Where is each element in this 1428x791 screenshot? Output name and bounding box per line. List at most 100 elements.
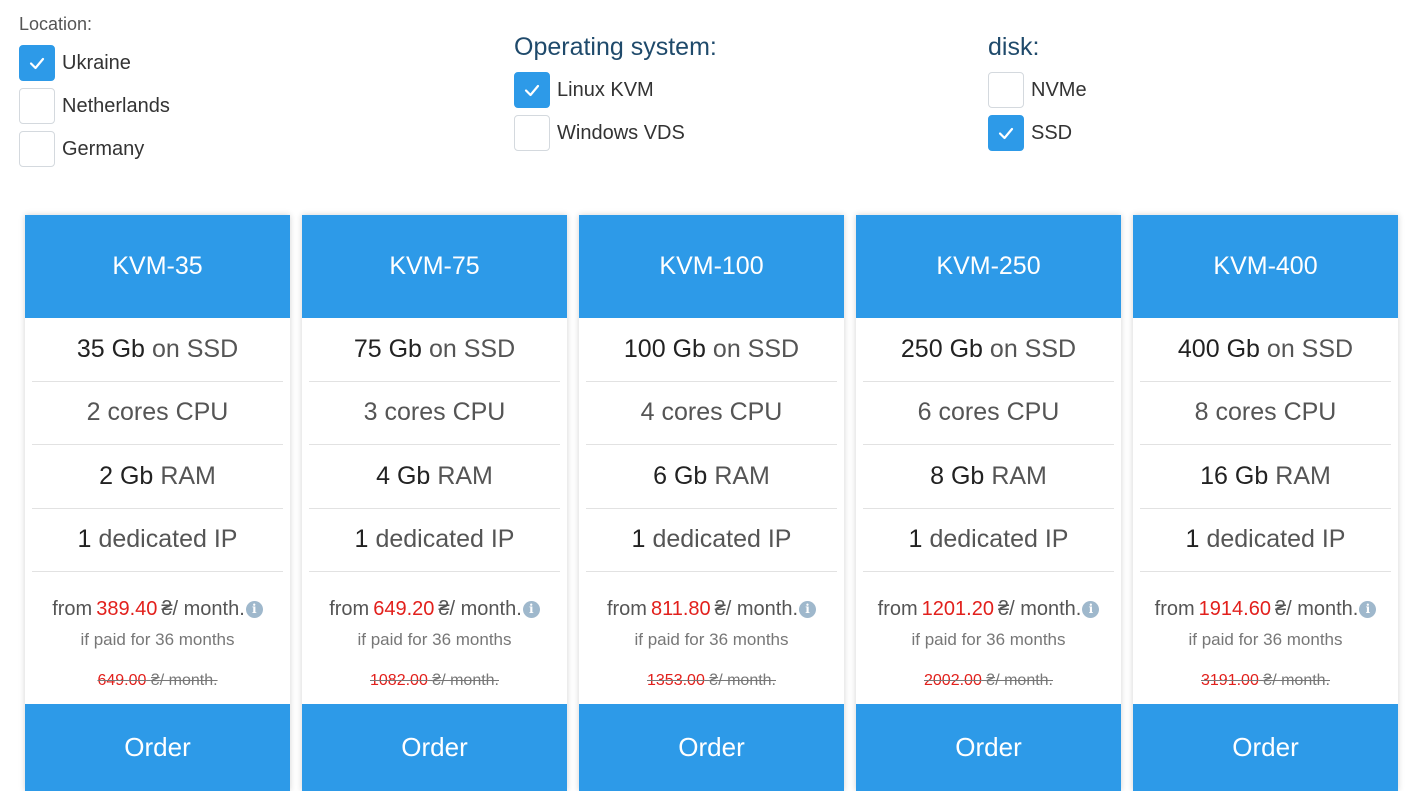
spec-ram: 8 Gb RAM: [863, 445, 1114, 509]
location-filter: Location: Ukraine Netherlands Germany: [19, 14, 170, 174]
plan-name: KVM-250: [856, 215, 1121, 318]
ip-value: 1: [631, 525, 646, 554]
price-block: from 389.40 ₴/ month. i if paid for 36 m…: [25, 572, 290, 690]
checkbox-label: SSD: [1031, 121, 1073, 144]
checkbox-windows-vds[interactable]: [514, 115, 550, 151]
old-price-amount: 2002.00: [924, 672, 982, 689]
location-option-germany[interactable]: Germany: [19, 131, 170, 167]
plan-card-kvm-400: KVM-400 400 Gb on SSD 8 cores CPU 16 Gb RA…: [1133, 215, 1398, 791]
cpu-value: 2 cores CPU: [86, 398, 229, 427]
order-button[interactable]: Order: [856, 704, 1121, 791]
price-amount: 649.20: [373, 598, 435, 620]
ip-unit: dedicated IP: [98, 525, 238, 554]
ram-value: 6 Gb: [653, 461, 708, 490]
price-line: from 389.40 ₴/ month. i: [25, 598, 290, 621]
checkmark-icon: [998, 127, 1014, 140]
info-icon[interactable]: i: [522, 601, 540, 618]
disk-option-ssd[interactable]: SSD: [988, 115, 1087, 151]
spec-ip: 1 dedicated IP: [863, 509, 1114, 572]
checkbox-linux-kvm[interactable]: [514, 72, 550, 108]
order-button[interactable]: Order: [579, 704, 844, 791]
price-amount: 1914.60: [1198, 598, 1271, 620]
disk-unit: on SSD: [151, 334, 239, 363]
price-block: from 811.80 ₴/ month. i if paid for 36 m…: [579, 572, 844, 690]
paid-note: if paid for 36 months: [1188, 630, 1343, 649]
price-amount: 1201.20: [921, 598, 994, 620]
info-icon[interactable]: i: [1082, 601, 1100, 618]
disk-value: 250 Gb: [900, 334, 983, 363]
checkbox-germany[interactable]: [19, 131, 55, 167]
disk-filter: disk: NVMe SSD: [988, 33, 1087, 158]
paid-note: if paid for 36 months: [80, 630, 235, 649]
order-button[interactable]: Order: [302, 704, 567, 791]
price-line: from 649.20 ₴/ month. i: [302, 598, 567, 621]
ip-value: 1: [908, 525, 923, 554]
order-button[interactable]: Order: [25, 704, 290, 791]
old-price-suffix: ₴/ month.: [709, 672, 776, 689]
info-icon[interactable]: i: [1359, 601, 1377, 618]
old-price-amount: 1082.00: [370, 672, 428, 689]
cpu-value: 8 cores CPU: [1194, 398, 1337, 427]
price-suffix: ₴/ month.: [1274, 598, 1359, 620]
ram-unit: RAM: [714, 461, 770, 490]
paid-note: if paid for 36 months: [911, 630, 1066, 649]
plan-name: KVM-100: [579, 215, 844, 318]
disk-unit: on SSD: [989, 334, 1077, 363]
spec-ram: 6 Gb RAM: [586, 445, 837, 509]
plan-card-kvm-75: KVM-75 75 Gb on SSD 3 cores CPU 4 Gb RAM 1…: [302, 215, 567, 791]
spec-ip: 1 dedicated IP: [1140, 509, 1391, 572]
old-price-suffix: ₴/ month.: [432, 672, 499, 689]
spec-cpu: 8 cores CPU: [1140, 382, 1391, 445]
disk-value: 400 Gb: [1177, 334, 1260, 363]
old-price: 2002.00 ₴/ month.: [856, 672, 1121, 690]
checkbox-ssd[interactable]: [988, 115, 1024, 151]
checkbox-ukraine[interactable]: [19, 45, 55, 81]
disk-unit: on SSD: [1266, 334, 1354, 363]
spec-ip: 1 dedicated IP: [32, 509, 283, 572]
plan-name: KVM-400: [1133, 215, 1398, 318]
price-suffix: ₴/ month.: [438, 598, 522, 620]
plan-name: KVM-35: [25, 215, 290, 318]
spec-cpu: 4 cores CPU: [586, 382, 837, 445]
cpu-value: 6 cores CPU: [917, 398, 1060, 427]
checkbox-nvme[interactable]: [988, 72, 1024, 108]
old-price-suffix: ₴/ month.: [150, 672, 218, 689]
price-prefix: from: [606, 598, 647, 620]
plan-card-kvm-250: KVM-250 250 Gb on SSD 6 cores CPU 8 Gb RAM…: [856, 215, 1121, 791]
info-icon[interactable]: i: [799, 601, 817, 618]
old-price-amount: 1353.00: [647, 672, 705, 689]
price-suffix: ₴/ month.: [161, 598, 245, 620]
old-price: 1082.00 ₴/ month.: [302, 672, 567, 690]
price-line: from 1201.20 ₴/ month. i: [856, 598, 1121, 621]
old-price-suffix: ₴/ month.: [1263, 672, 1330, 689]
old-price-amount: 3191.00: [1201, 672, 1259, 689]
plan-card-kvm-100: KVM-100 100 Gb on SSD 4 cores CPU 6 Gb RAM…: [579, 215, 844, 791]
checkbox-label: Germany: [62, 137, 145, 160]
checkbox-label: Netherlands: [62, 94, 170, 117]
os-option-linux-kvm[interactable]: Linux KVM: [514, 72, 717, 108]
plans-grid: KVM-35 35 Gb on SSD 2 cores CPU 2 Gb RAM 1…: [25, 215, 1398, 791]
location-filter-title: Location:: [19, 14, 93, 34]
order-button[interactable]: Order: [1133, 704, 1398, 791]
ram-value: 16 Gb: [1200, 461, 1269, 490]
ip-unit: dedicated IP: [1206, 525, 1346, 554]
disk-value: 100 Gb: [623, 334, 706, 363]
plan-card-kvm-35: KVM-35 35 Gb on SSD 2 cores CPU 2 Gb RAM 1…: [25, 215, 290, 791]
price-line: from 1914.60 ₴/ month. i: [1133, 598, 1398, 621]
spec-ip: 1 dedicated IP: [586, 509, 837, 572]
spec-ip: 1 dedicated IP: [309, 509, 560, 572]
spec-disk: 35 Gb on SSD: [32, 318, 283, 382]
spec-ram: 4 Gb RAM: [309, 445, 560, 509]
os-filter: Operating system: Linux KVM Windows VDS: [514, 33, 717, 158]
checkbox-netherlands[interactable]: [19, 88, 55, 124]
checkbox-label: Windows VDS: [557, 121, 685, 144]
price-prefix: from: [329, 598, 370, 620]
info-icon[interactable]: i: [245, 601, 263, 618]
spec-disk: 250 Gb on SSD: [863, 318, 1114, 382]
os-option-windows-vds[interactable]: Windows VDS: [514, 115, 717, 151]
disk-option-nvme[interactable]: NVMe: [988, 72, 1087, 108]
old-price-amount: 649.00: [97, 672, 147, 689]
location-option-ukraine[interactable]: Ukraine: [19, 45, 170, 81]
location-option-netherlands[interactable]: Netherlands: [19, 88, 170, 124]
paid-note: if paid for 36 months: [357, 630, 512, 649]
